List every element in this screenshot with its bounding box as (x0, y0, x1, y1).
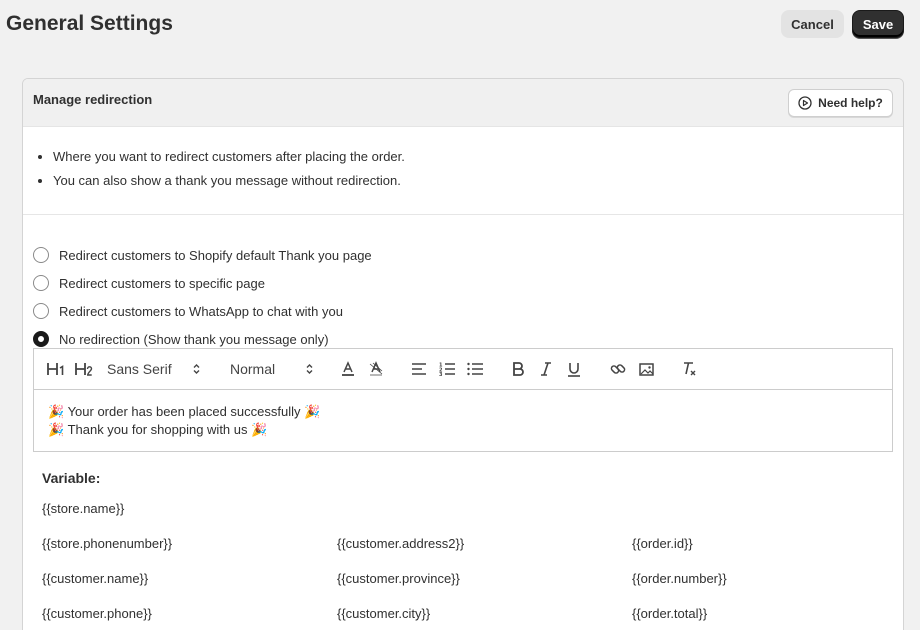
italic-icon[interactable] (538, 359, 554, 379)
option-label: Redirect customers to Shopify default Th… (59, 247, 372, 263)
variable-item: {{order.total}} (632, 606, 708, 621)
background-color-icon[interactable] (367, 359, 385, 379)
info-list: Where you want to redirect customers aft… (23, 127, 903, 215)
variable-item: {{store.phonenumber}} (42, 536, 173, 551)
underline-icon[interactable] (566, 359, 582, 379)
option-label: Redirect customers to specific page (59, 275, 265, 291)
save-button[interactable]: Save (852, 10, 904, 38)
variable-item: {{order.number}} (632, 571, 727, 586)
ordered-list-icon[interactable]: 123 (438, 359, 456, 379)
image-icon[interactable] (637, 359, 655, 379)
font-family-select[interactable]: Sans Serif (107, 359, 207, 379)
editor-toolbar: Sans Serif Normal 123 (34, 349, 892, 390)
play-circle-icon (798, 96, 812, 110)
info-item: You can also show a thank you message wi… (53, 173, 903, 188)
option-whatsapp[interactable]: Redirect customers to WhatsApp to chat w… (33, 297, 372, 325)
font-size-select[interactable]: Normal (230, 359, 320, 379)
editor-line: 🎉 Your order has been placed successfull… (48, 404, 321, 419)
option-shopify-default[interactable]: Redirect customers to Shopify default Th… (33, 241, 372, 269)
select-arrows-icon (193, 362, 200, 378)
variables-title: Variable: (42, 470, 101, 486)
font-family-value: Sans Serif (107, 361, 172, 377)
bullet-list-icon[interactable] (466, 359, 484, 379)
heading1-icon[interactable] (46, 359, 66, 379)
variables-section: Variable: {{store.name}} {{store.phonenu… (42, 470, 902, 630)
radio-button[interactable] (33, 247, 49, 263)
text-color-icon[interactable] (339, 359, 357, 379)
redirection-card: Manage redirection Need help? Where you … (22, 78, 904, 630)
thank-you-editor: Sans Serif Normal 123 🎉 Your order has b… (33, 348, 893, 452)
variable-item: {{customer.city}} (337, 606, 431, 621)
need-help-label: Need help? (818, 96, 883, 110)
link-icon[interactable] (609, 359, 627, 379)
variable-item: {{customer.province}} (337, 571, 460, 586)
editor-content[interactable]: 🎉 Your order has been placed successfull… (34, 390, 892, 452)
radio-button-selected[interactable] (33, 331, 49, 347)
option-specific-page[interactable]: Redirect customers to specific page (33, 269, 372, 297)
variables-grid: {{store.phonenumber}} {{customer.address… (42, 536, 902, 630)
cancel-button[interactable]: Cancel (781, 10, 844, 38)
page-title: General Settings (6, 12, 173, 35)
variable-item: {{customer.phone}} (42, 606, 152, 621)
variable-item: {{customer.name}} (42, 571, 149, 586)
option-label: No redirection (Show thank you message o… (59, 331, 329, 347)
info-item: Where you want to redirect customers aft… (53, 149, 903, 164)
redirect-options: Redirect customers to Shopify default Th… (33, 241, 372, 353)
card-header: Manage redirection Need help? (23, 79, 903, 127)
variable-item: {{order.id}} (632, 536, 693, 551)
card-title: Manage redirection (33, 92, 153, 107)
heading2-icon[interactable] (74, 359, 94, 379)
svg-text:3: 3 (439, 372, 443, 376)
editor-line: 🎉 Thank you for shopping with us 🎉 (48, 422, 268, 437)
align-icon[interactable] (410, 359, 428, 379)
font-size-value: Normal (230, 361, 276, 377)
need-help-button[interactable]: Need help? (788, 89, 893, 117)
bold-icon[interactable] (510, 359, 526, 379)
option-label: Redirect customers to WhatsApp to chat w… (59, 303, 343, 319)
select-arrows-icon (306, 362, 313, 378)
radio-button[interactable] (33, 275, 49, 291)
variable-item: {{customer.address2}} (337, 536, 465, 551)
clear-format-icon[interactable] (680, 359, 698, 379)
radio-button[interactable] (33, 303, 49, 319)
variable-item: {{store.name}} (42, 501, 125, 516)
